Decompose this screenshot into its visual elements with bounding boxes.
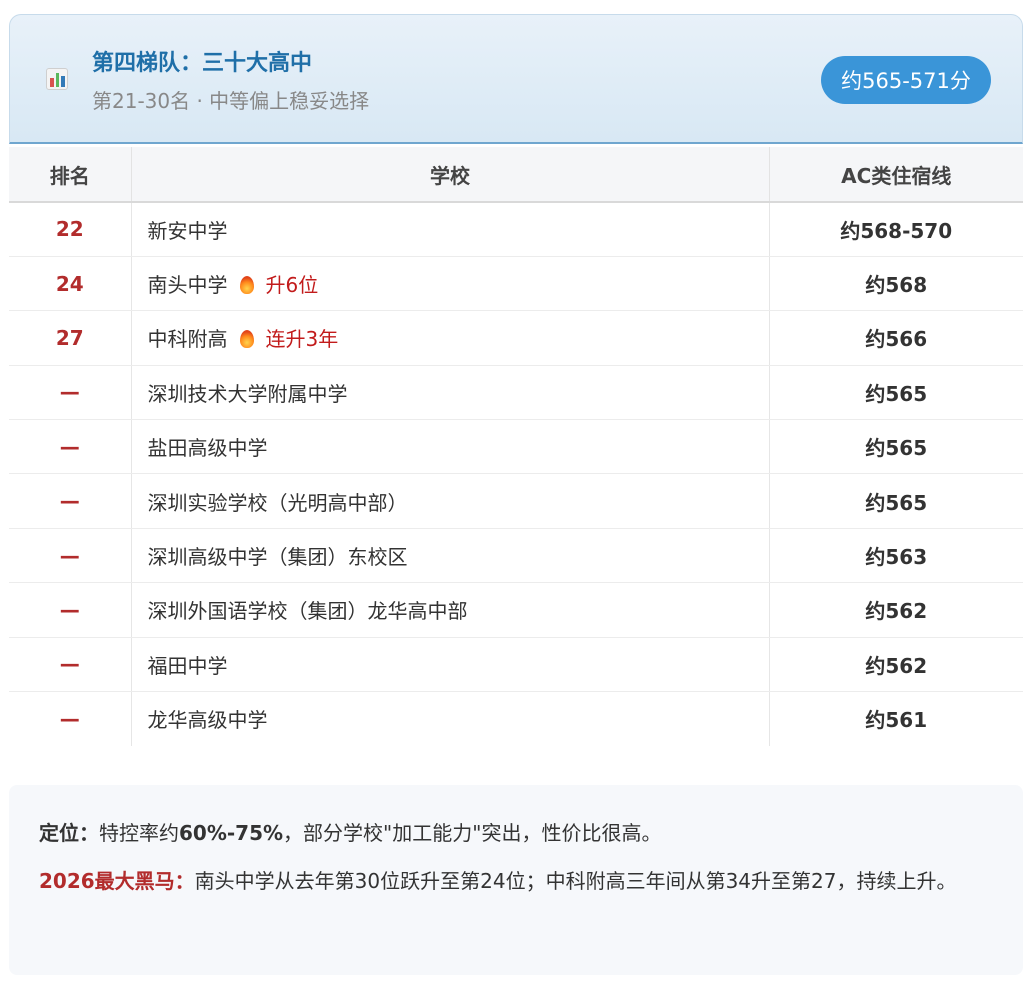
- table-header-row: 排名 学校 AC类住宿线: [9, 147, 1023, 203]
- rank-cell: 24: [9, 256, 132, 312]
- admission-line-cell: 约562: [769, 582, 1023, 638]
- rank-cell: —: [9, 582, 132, 638]
- rise-tag: 升6位: [265, 273, 319, 298]
- table-row: 27 中科附高 连升3年 约566: [9, 310, 1023, 366]
- tier-header: 第四梯队：三十大高中 第21-30名 · 中等偏上稳妥选择 约565-571分: [9, 14, 1023, 144]
- darkhorse-label: 2026最大黑马：: [39, 869, 195, 893]
- bar-chart-icon: [46, 68, 68, 90]
- school-cell: 新安中学: [131, 202, 770, 257]
- rank-cell: —: [9, 528, 132, 584]
- school-name: 南头中学: [147, 273, 228, 298]
- score-range-badge: 约565-571分: [821, 56, 991, 104]
- table-row: — 深圳高级中学（集团）东校区 约563: [9, 528, 1023, 584]
- school-name: 中科附高: [147, 327, 228, 352]
- positioning-label: 定位：: [39, 821, 99, 845]
- admission-line-cell: 约562: [769, 637, 1023, 693]
- table-row: — 深圳实验学校（光明高中部） 约565: [9, 473, 1023, 529]
- rise-tag: 连升3年: [265, 327, 339, 352]
- school-ranking-table: 排名 学校 AC类住宿线 22 新安中学 约568-570 24 南头中学 升6位 约568…: [9, 147, 1023, 746]
- school-cell: 中科附高 连升3年: [131, 310, 770, 366]
- positioning-post: ，部分学校"加工能力"突出，性价比很高。: [283, 821, 662, 845]
- fire-icon: [239, 276, 254, 295]
- school-cell: 深圳外国语学校（集团）龙华高中部: [131, 582, 770, 638]
- rank-cell: —: [9, 365, 132, 421]
- school-cell: 龙华高级中学: [131, 691, 770, 746]
- admission-line-cell: 约561: [865, 708, 928, 733]
- summary-note: 定位：特控率约60%-75%，部分学校"加工能力"突出，性价比很高。 2026最…: [9, 785, 1023, 975]
- column-header-school: 学校: [131, 147, 770, 203]
- rank-cell: —: [9, 637, 132, 693]
- school-name: 深圳外国语学校（集团）龙华高中部: [147, 599, 468, 624]
- darkhorse-paragraph: 2026最大黑马：南头中学从去年第30位跃升至第24位；中科附高三年间从第34升…: [39, 861, 993, 901]
- school-cell: 深圳技术大学附属中学: [131, 365, 770, 421]
- table-row: 24 南头中学 升6位 约568: [9, 256, 1023, 312]
- table-row: — 盐田高级中学 约565: [9, 419, 1023, 475]
- school-name: 龙华高级中学: [147, 708, 268, 733]
- tier-subtitle: 第21-30名 · 中等偏上稳妥选择: [92, 89, 370, 113]
- school-cell: 深圳高级中学（集团）东校区: [131, 528, 770, 584]
- school-name: 福田中学: [147, 653, 228, 678]
- rank-cell: —: [9, 691, 132, 746]
- column-header-line: AC类住宿线: [769, 147, 1023, 203]
- admission-line-cell: 约566: [769, 310, 1023, 366]
- school-name: 新安中学: [147, 218, 228, 243]
- rank-cell: 27: [9, 310, 132, 366]
- school-name: 深圳高级中学（集团）东校区: [147, 545, 408, 570]
- table-row: — 深圳外国语学校（集团）龙华高中部 约562: [9, 582, 1023, 638]
- rank-cell: —: [9, 473, 132, 529]
- school-cell: 南头中学 升6位: [131, 256, 770, 312]
- positioning-paragraph: 定位：特控率约60%-75%，部分学校"加工能力"突出，性价比很高。: [39, 813, 993, 853]
- admission-line-cell: 约568-570: [769, 202, 1023, 257]
- school-name: 深圳技术大学附属中学: [147, 381, 348, 406]
- admission-line-cell: 约568: [769, 256, 1023, 312]
- column-header-rank: 排名: [9, 147, 132, 203]
- admission-line-cell: 约565: [769, 365, 1023, 421]
- table-row: — 深圳技术大学附属中学 约565: [9, 365, 1023, 421]
- rank-cell: —: [9, 419, 132, 475]
- tier-title: 第四梯队：三十大高中: [92, 51, 313, 76]
- table-row: — 龙华高级中学 约561: [9, 691, 1023, 746]
- school-name: 深圳实验学校（光明高中部）: [147, 490, 408, 515]
- school-cell: 福田中学: [131, 637, 770, 693]
- darkhorse-text: 南头中学从去年第30位跃升至第24位；中科附高三年间从第34升至第27，持续上升…: [194, 869, 957, 893]
- fire-icon: [239, 330, 254, 349]
- positioning-pre: 特控率约: [99, 821, 179, 845]
- school-cell: 深圳实验学校（光明高中部）: [131, 473, 770, 529]
- admission-line-cell: 约565: [769, 419, 1023, 475]
- table-body: 22 新安中学 约568-570 24 南头中学 升6位 约568 27 中科附高 连升3年 约56…: [9, 202, 1023, 746]
- admission-line-cell: 约565: [769, 473, 1023, 529]
- positioning-rate: 60%-75%: [179, 821, 284, 845]
- table-row: — 福田中学 约562: [9, 637, 1023, 693]
- rank-cell: 22: [9, 202, 132, 257]
- admission-line-cell: 约563: [769, 528, 1023, 584]
- school-cell: 盐田高级中学: [131, 419, 770, 475]
- school-name: 盐田高级中学: [147, 436, 268, 461]
- table-row: 22 新安中学 约568-570: [9, 202, 1023, 257]
